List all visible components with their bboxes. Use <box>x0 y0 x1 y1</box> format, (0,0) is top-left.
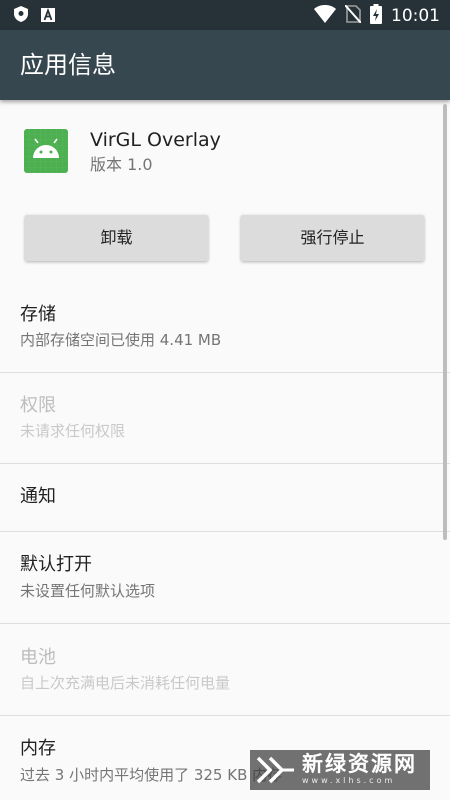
pref-summary: 内部存储空间已使用 4.41 MB <box>20 331 222 349</box>
battery-charging-icon <box>370 4 382 28</box>
watermark-logo-icon <box>256 756 296 788</box>
scrollbar[interactable] <box>443 104 447 540</box>
pref-title: 默认打开 <box>20 554 92 575</box>
pref-permissions: 权限 未请求任何权限 <box>0 373 450 463</box>
pref-title: 权限 <box>20 395 56 416</box>
pref-title: 通知 <box>20 486 56 507</box>
watermark: 新绿资源网 www.xlhs.com <box>250 750 430 790</box>
pref-battery: 电池 自上次充满电后未消耗任何电量 <box>0 624 450 715</box>
pref-open-by-default[interactable]: 默认打开 未设置任何默认选项 <box>0 532 450 623</box>
a-notification-icon <box>41 7 55 26</box>
wifi-icon <box>314 5 336 27</box>
pref-notifications[interactable]: 通知 <box>0 464 450 531</box>
uninstall-button[interactable]: 卸载 <box>25 215 208 261</box>
pref-storage[interactable]: 存储 内部存储空间已使用 4.41 MB <box>0 283 450 372</box>
pref-title: 存储 <box>20 304 56 325</box>
pref-summary: 自上次充满电后未消耗任何电量 <box>20 674 231 692</box>
app-toolbar: 应用信息 <box>0 30 450 100</box>
shield-notification-icon <box>14 6 28 26</box>
app-version: 版本 1.0 <box>90 155 153 174</box>
force-stop-button[interactable]: 强行停止 <box>241 215 424 261</box>
status-time: 10:01 <box>391 6 440 26</box>
pref-summary: 未请求任何权限 <box>20 422 126 440</box>
pref-summary: 过去 3 小时内平均使用了 325 KB 内存 <box>20 766 283 784</box>
app-name: VirGL Overlay <box>90 129 221 151</box>
watermark-sub: www.xlhs.com <box>302 776 396 785</box>
pref-summary: 未设置任何默认选项 <box>20 582 156 600</box>
app-header: VirGL Overlay 版本 1.0 <box>0 100 450 200</box>
watermark-text: 新绿资源网 <box>302 752 417 776</box>
page-title: 应用信息 <box>20 51 116 79</box>
android-icon <box>24 129 68 173</box>
status-bar: 10:01 <box>0 0 450 30</box>
no-sim-icon <box>344 4 362 27</box>
pref-title: 内存 <box>20 738 56 759</box>
pref-title: 电池 <box>20 647 56 668</box>
